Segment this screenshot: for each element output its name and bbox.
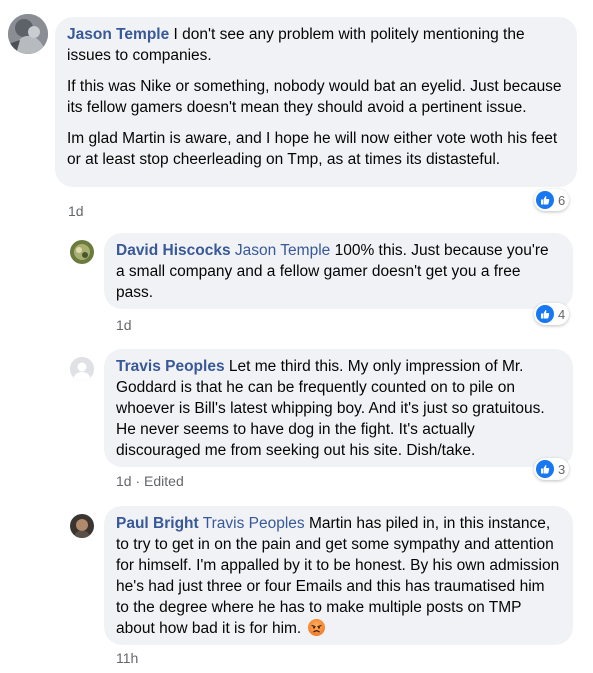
default-user-avatar[interactable]	[70, 357, 94, 381]
comment-bubble: Jason Temple I don't see any problem wit…	[55, 17, 577, 187]
comment-text: Im glad Martin is aware, and I hope he w…	[67, 130, 558, 168]
edited-label[interactable]: Edited	[144, 473, 184, 489]
angry-face-emoji	[307, 619, 325, 636]
reaction-number: 6	[558, 192, 566, 208]
meta-separator: ·	[135, 473, 141, 489]
comment-time[interactable]: 1d	[68, 203, 84, 219]
comment-meta: 1d · Edited	[116, 473, 184, 489]
like-icon	[536, 305, 554, 323]
comment-text: Martin has piled in, in this instance, t…	[116, 515, 560, 637]
comment-author[interactable]: Paul Bright	[116, 515, 199, 532]
like-icon	[536, 460, 554, 478]
comment-time[interactable]: 1d	[116, 317, 132, 333]
comment-author[interactable]: Travis Peoples	[116, 358, 225, 375]
reaction-number: 4	[558, 306, 566, 322]
like-icon	[536, 191, 554, 209]
comment-bubble: Travis Peoples Let me third this. My onl…	[104, 349, 573, 467]
reaction-count[interactable]: 4	[534, 303, 570, 325]
comment-meta: 11h	[116, 650, 138, 666]
comment-meta: 1d	[68, 203, 84, 219]
mention-link[interactable]: Travis Peoples	[203, 515, 305, 532]
comment-jason-temple: Jason Temple I don't see any problem wit…	[0, 0, 593, 225]
avatar[interactable]	[70, 514, 94, 538]
comment-time[interactable]: 11h	[116, 650, 138, 666]
comment-meta: 1d	[116, 317, 132, 333]
comment-bubble: David Hiscocks Jason Temple 100% this. J…	[104, 233, 573, 309]
avatar[interactable]	[70, 240, 94, 264]
comment-author[interactable]: David Hiscocks	[116, 242, 231, 259]
reaction-count[interactable]: 6	[534, 189, 570, 211]
comment-bubble: Paul Bright Travis Peoples Martin has pi…	[104, 506, 573, 645]
avatar[interactable]	[8, 14, 48, 54]
comment-time[interactable]: 1d	[116, 473, 132, 489]
reaction-number: 3	[558, 461, 566, 477]
mention-link[interactable]: Jason Temple	[235, 242, 330, 259]
reaction-count[interactable]: 3	[534, 458, 570, 480]
comment-text: If this was Nike or something, nobody wo…	[67, 78, 562, 116]
comment-author[interactable]: Jason Temple	[67, 26, 169, 43]
